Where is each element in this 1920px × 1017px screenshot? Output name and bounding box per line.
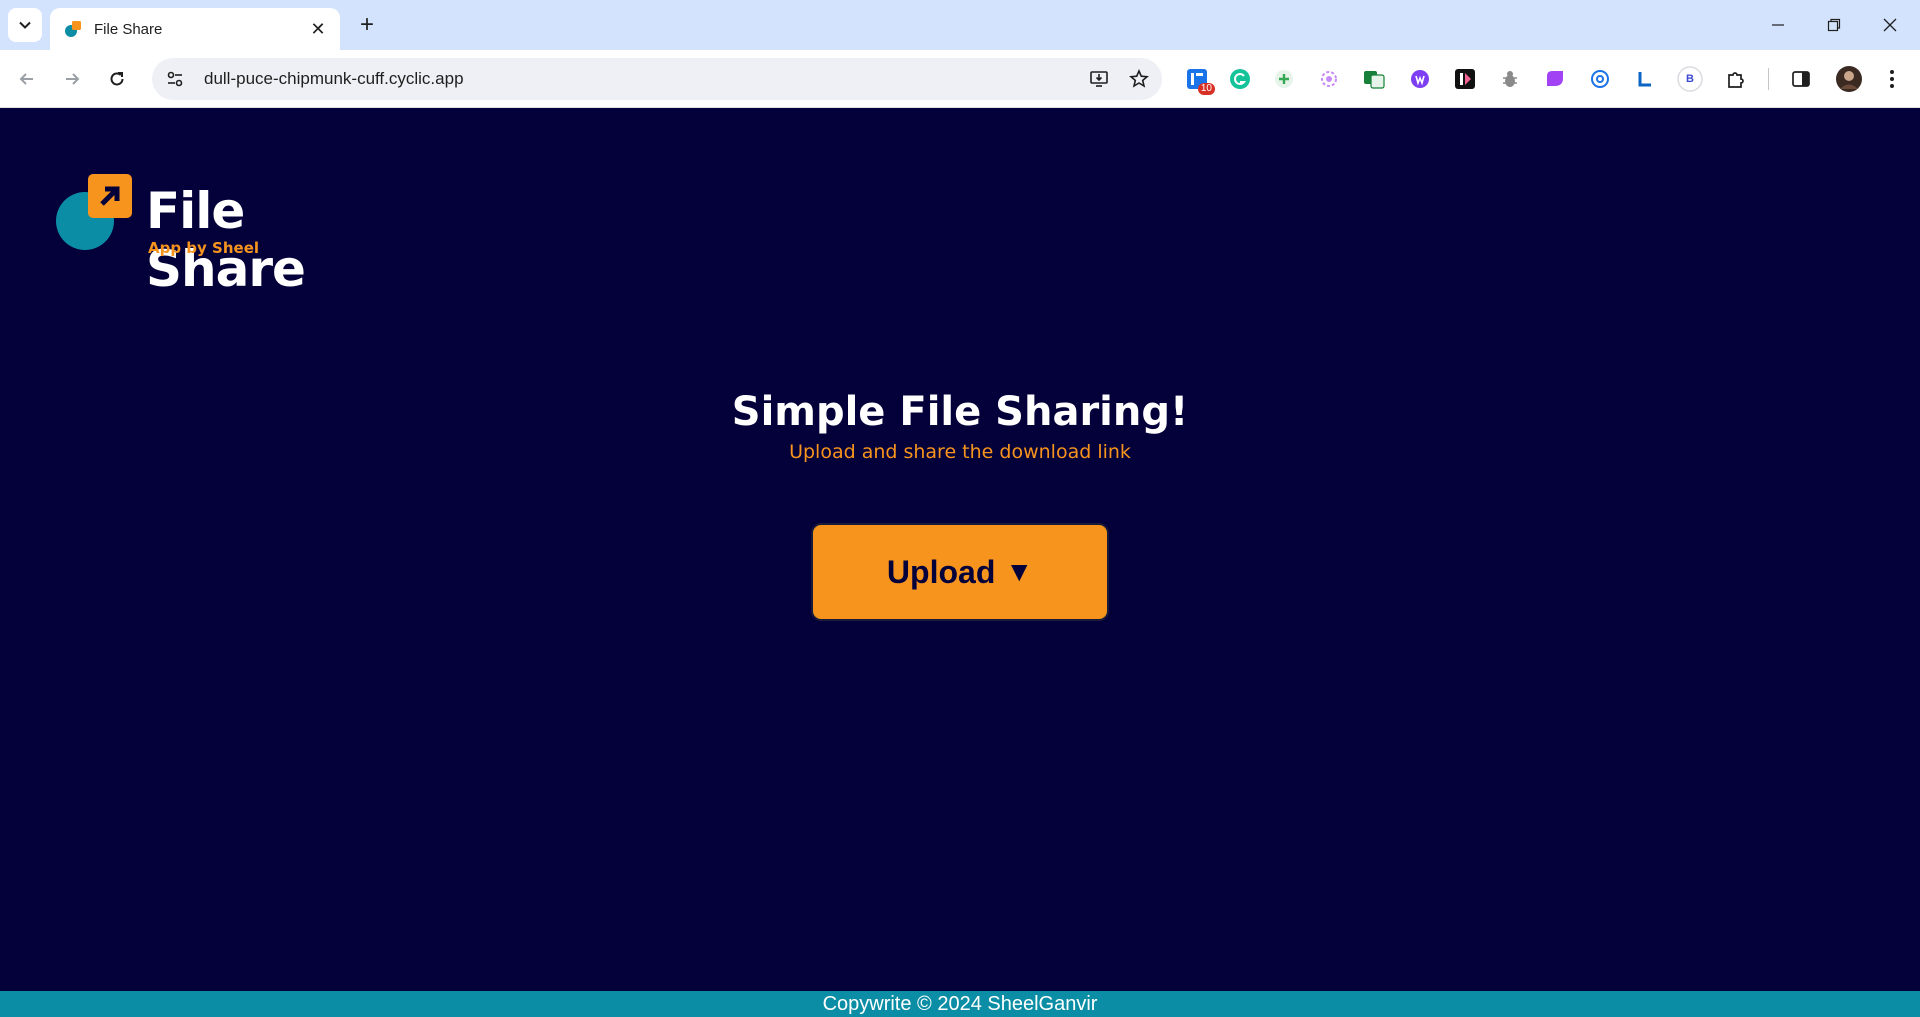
tab-title: File Share bbox=[94, 20, 163, 38]
restore-icon bbox=[1827, 18, 1841, 32]
side-panel-icon bbox=[1792, 71, 1810, 87]
browser-toolbar: dull-puce-chipmunk-cuff.cyclic.app 10 B bbox=[0, 50, 1920, 108]
arrow-right-icon bbox=[66, 73, 80, 85]
grammarly-icon[interactable] bbox=[1226, 65, 1254, 93]
reload-icon bbox=[110, 72, 124, 86]
at-sign-extension-icon[interactable] bbox=[1586, 65, 1614, 93]
bug-extension-icon[interactable] bbox=[1496, 65, 1524, 93]
puzzle-icon bbox=[1728, 72, 1744, 88]
avatar-icon bbox=[1836, 66, 1862, 92]
tab-search-button[interactable] bbox=[8, 8, 42, 42]
url-text[interactable]: dull-puce-chipmunk-cuff.cyclic.app bbox=[204, 69, 1082, 89]
forward-button[interactable] bbox=[55, 62, 89, 96]
chevron-down-icon bbox=[19, 21, 31, 29]
page-subtitle: Upload and share the download link bbox=[789, 441, 1131, 463]
dark-square-extension-icon[interactable] bbox=[1451, 65, 1479, 93]
browser-menu-button[interactable] bbox=[1878, 65, 1906, 93]
caret-down-icon: ▼ bbox=[1005, 556, 1034, 587]
swirl-extension-icon[interactable] bbox=[1315, 65, 1343, 93]
back-button[interactable] bbox=[10, 62, 44, 96]
new-tab-button[interactable]: + bbox=[352, 10, 382, 40]
extension-badge-count: 10 bbox=[1197, 83, 1215, 95]
install-desktop-icon bbox=[1090, 71, 1108, 87]
upload-button-label: Upload bbox=[886, 553, 996, 590]
browser-tabstrip: File Share ✕ + bbox=[0, 0, 1920, 50]
minimize-icon bbox=[1772, 24, 1784, 26]
page-title: Simple File Sharing! bbox=[731, 389, 1189, 435]
star-icon bbox=[1129, 69, 1149, 88]
reload-button[interactable] bbox=[100, 62, 134, 96]
arrow-left-icon bbox=[19, 73, 33, 85]
tune-icon bbox=[167, 71, 183, 87]
close-window-button[interactable] bbox=[1862, 0, 1918, 50]
file-share-favicon-icon bbox=[65, 21, 81, 37]
plus-extension-icon[interactable] bbox=[1270, 65, 1298, 93]
extensions-menu-button[interactable] bbox=[1722, 65, 1750, 93]
file-share-logo-icon bbox=[56, 174, 132, 250]
site-info-button[interactable] bbox=[160, 64, 190, 94]
side-panel-button[interactable] bbox=[1787, 65, 1815, 93]
footer: Copywrite © 2024 SheelGanvir bbox=[0, 991, 1920, 1017]
upload-button[interactable]: Upload ▼ bbox=[811, 523, 1109, 621]
browser-tab[interactable]: File Share ✕ bbox=[50, 8, 340, 50]
profile-avatar[interactable] bbox=[1832, 62, 1866, 96]
tab-close-icon[interactable]: ✕ bbox=[308, 19, 328, 39]
page-body: File Share App by Sheel Simple File Shar… bbox=[0, 109, 1920, 1017]
b-extension-label: B bbox=[1686, 73, 1694, 85]
logo-subtitle: App by Sheel bbox=[148, 239, 260, 257]
more-vertical-icon bbox=[1890, 70, 1894, 88]
bookmark-button[interactable] bbox=[1122, 62, 1156, 96]
purple-circle-extension-icon[interactable] bbox=[1406, 65, 1434, 93]
b-circle-extension-icon[interactable]: B bbox=[1676, 65, 1704, 93]
address-bar[interactable]: dull-puce-chipmunk-cuff.cyclic.app bbox=[152, 58, 1162, 100]
app-logo[interactable]: File Share App by Sheel bbox=[56, 174, 416, 298]
extension-badge-icon[interactable]: 10 bbox=[1183, 65, 1215, 95]
restore-button[interactable] bbox=[1806, 0, 1862, 50]
install-app-button[interactable] bbox=[1082, 62, 1116, 96]
close-icon bbox=[1883, 18, 1897, 32]
toolbar-divider bbox=[1768, 68, 1769, 90]
minimize-button[interactable] bbox=[1750, 0, 1806, 50]
gradient-extension-icon[interactable] bbox=[1541, 65, 1569, 93]
translate-extension-icon[interactable] bbox=[1360, 65, 1388, 93]
l-extension-icon[interactable] bbox=[1631, 65, 1659, 93]
